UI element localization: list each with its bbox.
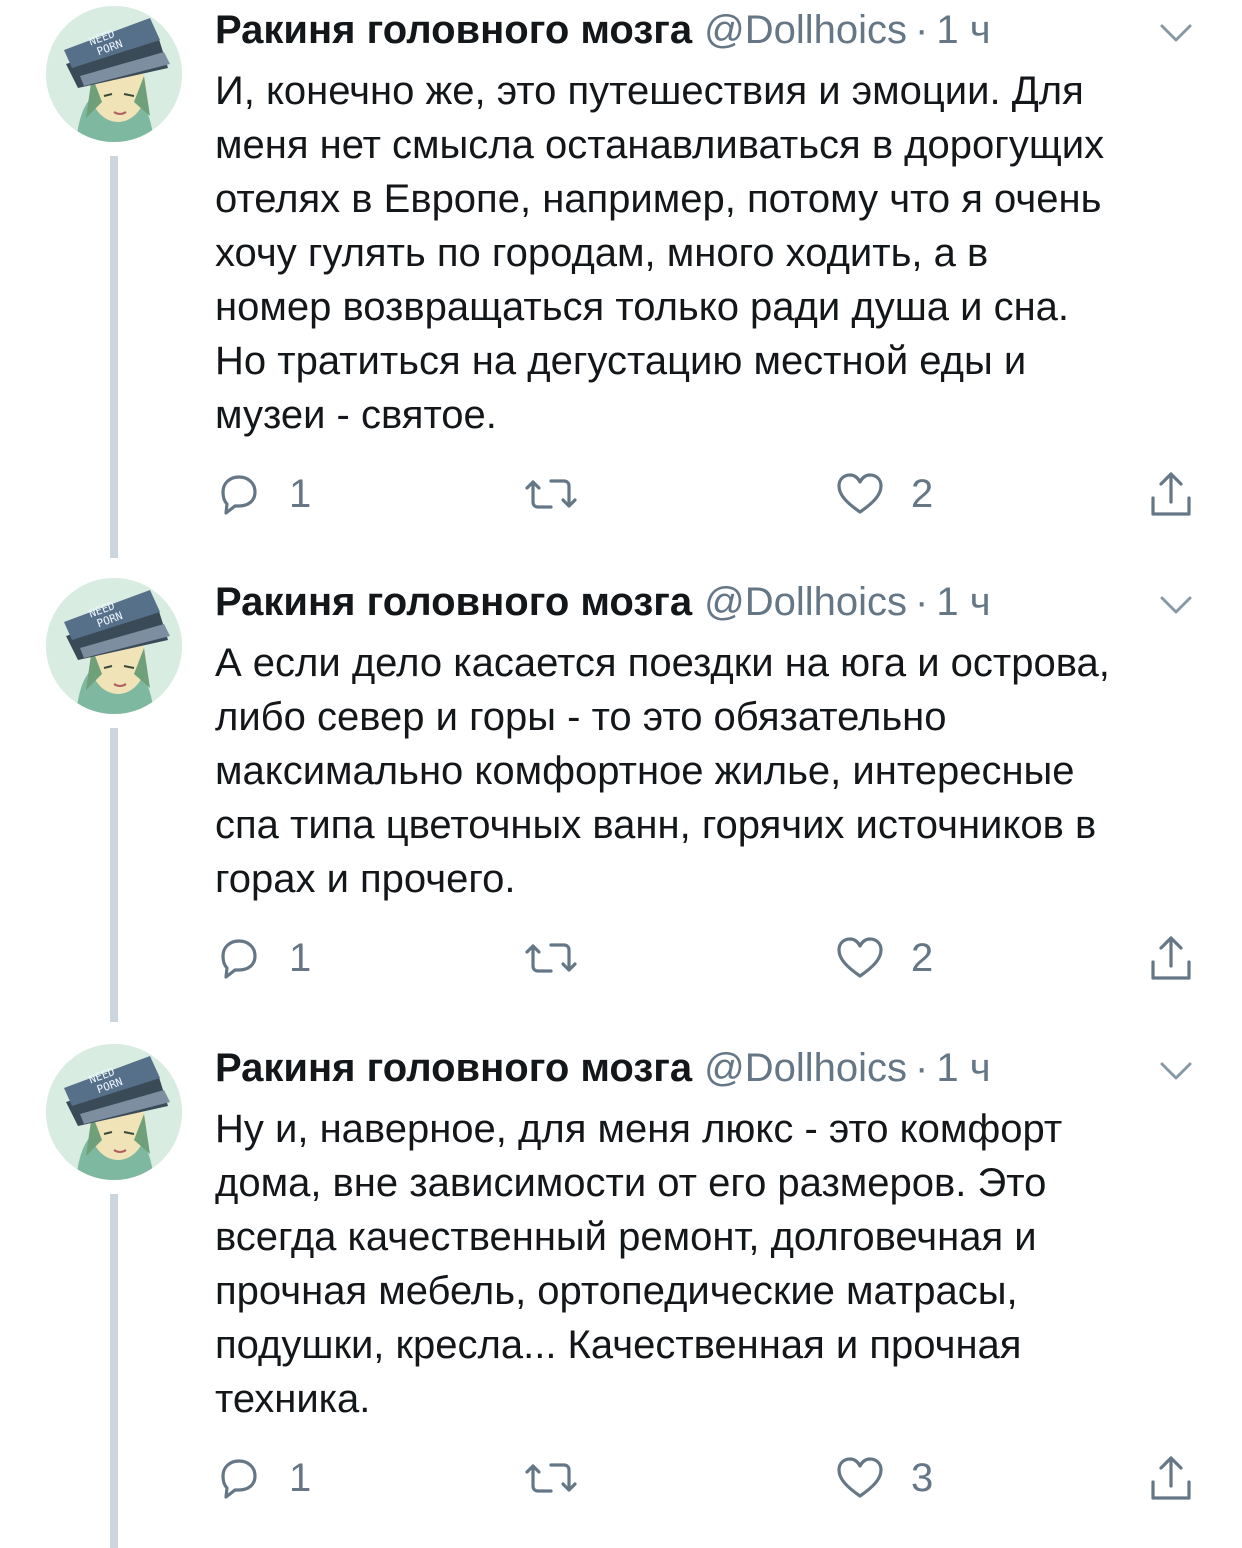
text-line: И, конечно же, это путешествия и эмоции.… <box>215 69 1084 113</box>
chevron-down-icon[interactable] <box>1156 18 1196 46</box>
reply-icon <box>221 939 257 979</box>
text-line: отелях в Европе, например, потому что я … <box>215 177 1102 221</box>
avatar[interactable]: NEED PORN <box>46 6 182 142</box>
retweet-button[interactable] <box>523 930 579 986</box>
text-line: прочная мебель, ортопедические матрасы, <box>215 1269 1018 1313</box>
text-line: спа типа цветочных ванн, горячих источни… <box>215 803 1097 847</box>
tweet-text: Ну и, наверное, для меня люкс - это комф… <box>215 1102 1215 1426</box>
author-handle[interactable]: @Dollhoics <box>704 580 907 624</box>
thread-line <box>110 156 118 558</box>
text-line: дома, вне зависимости от его размеров. Э… <box>215 1161 1047 1205</box>
text-line: либо север и горы - то это обязательно <box>215 695 947 739</box>
tweet[interactable]: NEED PORN Ракиня головного мозга @Dollhoi… <box>0 4 1242 564</box>
retweet-button[interactable] <box>523 1450 579 1506</box>
thread-line <box>110 728 118 1022</box>
chevron-down-icon[interactable] <box>1156 1056 1196 1084</box>
avatar-image: NEED PORN <box>46 578 182 714</box>
text-line: Ну и, наверное, для меня люкс - это комф… <box>215 1107 1063 1151</box>
heart-icon <box>837 1457 883 1498</box>
reply-count: 1 <box>289 1456 312 1500</box>
tweet-actions: 1 2 <box>215 930 1215 986</box>
heart-icon <box>837 937 883 978</box>
avatar-image: NEED PORN <box>46 1044 182 1180</box>
share-button[interactable] <box>1147 1450 1195 1506</box>
like-button[interactable]: 3 <box>835 1450 933 1506</box>
tweet-text: А если дело касается поездки на юга и ос… <box>215 636 1215 906</box>
avatar[interactable]: NEED PORN <box>46 1044 182 1180</box>
text-line: горах и прочего. <box>215 857 516 901</box>
separator: · <box>915 8 929 52</box>
text-line: подушки, кресла... Качественная и прочна… <box>215 1323 1022 1367</box>
text-line: всегда качественный ремонт, долговечная … <box>215 1215 1037 1259</box>
retweet-icon <box>525 1463 577 1493</box>
tweet-actions: 1 2 <box>215 466 1215 522</box>
share-icon <box>1151 472 1191 516</box>
tweet-header: Ракиня головного мозга @Dollhoics · 1 ч <box>215 1042 991 1094</box>
text-line: номер возвращаться только ради душа и сн… <box>215 285 1070 329</box>
like-count: 2 <box>911 472 934 516</box>
text-line: меня нет смысла останавливаться в дорогу… <box>215 123 1105 167</box>
separator: · <box>915 1046 929 1090</box>
reply-button[interactable]: 1 <box>215 466 311 522</box>
text-line: техника. <box>215 1377 371 1421</box>
share-button[interactable] <box>1147 930 1195 986</box>
text-line: хочу гулять по городам, много ходить, а … <box>215 231 989 275</box>
tweet-header: Ракиня головного мозга @Dollhoics · 1 ч <box>215 576 991 628</box>
heart-icon <box>837 473 883 514</box>
timestamp[interactable]: 1 ч <box>936 1046 990 1090</box>
text-line: А если дело касается поездки на юга и ос… <box>215 641 1110 685</box>
tweet-text: И, конечно же, это путешествия и эмоции.… <box>215 64 1215 442</box>
separator: · <box>915 580 929 624</box>
avatar[interactable]: NEED PORN <box>46 578 182 714</box>
like-count: 2 <box>911 936 934 980</box>
retweet-button[interactable] <box>523 466 579 522</box>
reply-button[interactable]: 1 <box>215 1450 311 1506</box>
reply-button[interactable]: 1 <box>215 930 311 986</box>
timestamp[interactable]: 1 ч <box>936 8 990 52</box>
like-button[interactable]: 2 <box>835 930 933 986</box>
text-line: максимально комфортное жилье, интересные <box>215 749 1075 793</box>
reply-count: 1 <box>289 936 312 980</box>
author-handle[interactable]: @Dollhoics <box>704 1046 907 1090</box>
like-button[interactable]: 2 <box>835 466 933 522</box>
text-line: Но тратиться на дегустацию местной еды и <box>215 339 1027 383</box>
author-name[interactable]: Ракиня головного мозга <box>215 580 692 624</box>
reply-icon <box>221 1459 257 1499</box>
like-count: 3 <box>911 1456 934 1500</box>
tweet[interactable]: NEED PORN Ракиня головного мозга @Dollhoi… <box>0 1042 1242 1548</box>
thread-line <box>110 1194 118 1548</box>
author-name[interactable]: Ракиня головного мозга <box>215 8 692 52</box>
tweet-actions: 1 3 <box>215 1450 1215 1506</box>
retweet-icon <box>525 943 577 973</box>
reply-count: 1 <box>289 472 312 516</box>
text-line: музеи - святое. <box>215 393 497 437</box>
share-button[interactable] <box>1147 466 1195 522</box>
avatar-image: NEED PORN <box>46 6 182 142</box>
author-name[interactable]: Ракиня головного мозга <box>215 1046 692 1090</box>
timestamp[interactable]: 1 ч <box>936 580 990 624</box>
share-icon <box>1151 936 1191 980</box>
chevron-down-icon[interactable] <box>1156 590 1196 618</box>
tweet[interactable]: NEED PORN Ракиня головного мозга @Dollhoi… <box>0 576 1242 1028</box>
reply-icon <box>221 475 257 515</box>
tweet-header: Ракиня головного мозга @Dollhoics · 1 ч <box>215 4 991 56</box>
retweet-icon <box>525 479 577 509</box>
author-handle[interactable]: @Dollhoics <box>704 8 907 52</box>
share-icon <box>1151 1456 1191 1500</box>
